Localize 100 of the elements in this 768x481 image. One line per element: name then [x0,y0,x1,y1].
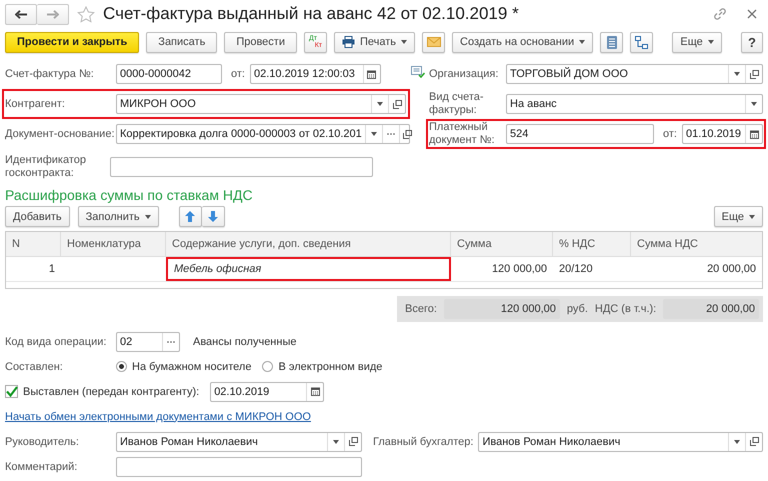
back-button[interactable] [5,4,37,24]
open-icon [348,437,358,446]
date-field[interactable]: 02.10.2019 12:00:03 [250,64,381,84]
caret-icon [144,214,151,218]
column-header[interactable]: N [6,232,61,256]
structure-icon [635,36,648,48]
total-amount: 120 000,00 [444,299,560,319]
organization-field[interactable]: ТОРГОВЫЙ ДОМ ООО [506,64,763,84]
document-check-icon[interactable] [411,66,425,78]
table-cell: Мебель офисная [166,257,451,281]
field-label: Документ-основание: [5,128,111,140]
help-button[interactable]: ? [740,32,763,52]
open-icon [403,130,412,138]
comment-field[interactable] [116,456,362,476]
open-icon [750,70,758,78]
field-label: Контрагент: [5,98,66,110]
operation-description: Авансы полученные [193,336,296,348]
checkbox[interactable] [5,385,18,398]
checkbox-label: Выставлен (передан контрагенту): [23,386,200,398]
calendar-button[interactable] [745,125,762,143]
contract-id-field[interactable] [110,157,373,177]
more-button[interactable]: Еще [714,206,763,227]
field-label: от: [663,128,677,140]
add-button[interactable]: Добавить [5,206,70,227]
vat-label: НДС (в т.ч.): [594,303,656,315]
print-button[interactable]: Печать [334,32,416,52]
list-button[interactable] [600,32,624,52]
base-document-field[interactable]: Корректировка долга 0000-000003 от 02.10.201 [116,124,410,144]
edo-link[interactable]: Начать обмен электронными документами с МИКРОН ООО [5,410,311,422]
counterparty-field[interactable]: МИКРОН ООО [116,94,406,114]
field-label: Идентификатор госконтракта: [5,154,87,180]
caret-icon [708,40,714,44]
column-header[interactable]: Содержание услуги, доп. сведения [166,232,451,256]
calendar-icon [750,130,758,138]
table-row[interactable]: 1 Мебель офисная 120 000,00 20/120 20 000,00 [6,257,762,282]
radio-option[interactable]: В электронном виде [262,360,382,372]
field-label: Код вида операции: [5,336,108,348]
number-field[interactable]: 0000-0000042 [116,64,222,84]
arrow-down-icon [208,211,218,222]
field-label: Руководитель: [5,436,80,448]
open-button[interactable] [745,65,762,83]
caret-icon [579,40,586,44]
table-cell-text: 20 000,00 [706,262,757,277]
calendar-icon [367,70,376,78]
open-button[interactable] [344,432,361,450]
caret-icon [751,102,757,106]
table-cell-text: 120 000,00 [490,262,548,277]
field-label: Платежный документ №: [429,121,496,147]
star-icon[interactable] [77,6,95,22]
field-label: Составлен: [5,360,64,372]
chief-accountant-field[interactable]: Иванов Роман Николаевич [478,432,763,452]
caret-icon [734,440,740,444]
column-header[interactable]: % НДС [553,232,631,256]
table-cell-text: 20/120 [558,262,594,277]
operation-code-field[interactable]: 02 [116,332,180,352]
currency-label: руб. [566,303,588,315]
caret-icon [749,214,755,218]
open-button[interactable] [388,95,405,113]
caret-icon [734,72,740,76]
column-header[interactable]: Сумма [451,232,553,256]
caret-icon [370,132,377,136]
open-button[interactable] [745,432,762,450]
payment-number-field[interactable]: 524 [506,124,654,144]
field-label: Вид счета-фактуры: [429,91,485,117]
field-label: Главный бухгалтер: [373,436,474,448]
toolbar-button[interactable]: Провести [224,32,297,52]
calendar-icon [310,387,320,396]
toolbar-button[interactable]: Записать [146,32,218,52]
field-label: Организация: [429,68,500,80]
list-icon [606,36,617,48]
open-icon [750,437,758,446]
fill-button[interactable]: Заполнить [78,206,159,227]
caret-icon [333,440,339,444]
menu-button[interactable]: Еще [672,32,722,52]
date-field[interactable]: 02.10.2019 [210,382,324,402]
envelope-icon [426,37,441,47]
section-heading: Расшифровка суммы по ставкам НДС [5,187,254,203]
arrow-left-icon [15,10,27,18]
invoice-type-field[interactable]: На аванс [506,94,763,114]
field-label: от: [231,68,245,80]
caret-icon [401,40,408,44]
link-icon[interactable] [713,7,727,21]
field-label: Комментарий: [5,460,78,472]
post-and-close-button[interactable]: Провести и закрыть [5,32,140,52]
printer-icon [342,36,355,48]
menu-button[interactable]: Создать на основании [452,32,594,52]
column-header[interactable]: Сумма НДС [631,232,762,256]
structure-button[interactable] [630,32,654,52]
date-field[interactable]: 01.10.2019 [682,124,763,144]
close-icon[interactable] [747,9,757,19]
table-cell-text: 1 [48,262,56,277]
total-label: Всего: [405,303,437,315]
director-field[interactable]: Иванов Роман Николаевич [116,432,362,452]
radio-option[interactable]: На бумажном носителе [116,360,252,372]
caret-icon [377,102,383,106]
column-header[interactable]: Номенклатура [61,232,166,256]
field-label: Счет-фактура №: [5,68,95,80]
move-up-button[interactable] [178,206,202,227]
move-down-button[interactable] [202,206,225,227]
open-icon [392,100,402,108]
